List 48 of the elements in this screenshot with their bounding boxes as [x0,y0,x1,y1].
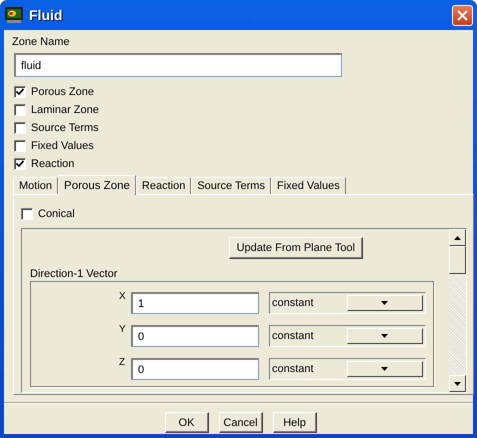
check-icon [16,160,24,168]
checkbox-label: Laminar Zone [31,104,99,116]
axis-label: X [119,291,127,302]
window-title: Fluid [29,7,62,23]
tab[interactable]: Porous Zone [58,175,136,195]
checkbox-label: Reaction [31,158,74,170]
scroll-thumb[interactable] [449,246,466,274]
close-icon [457,10,468,20]
field-label: Zone Name [12,36,70,49]
down-arrow-icon [381,367,388,371]
value-field[interactable]: 1 [131,292,259,314]
checkbox-label: Porous Zone [31,86,94,98]
checkbox-label: Fixed Values [31,140,94,152]
scrollbar[interactable] [449,229,466,392]
dialog-button[interactable]: Cancel [218,412,262,433]
close-button[interactable] [452,4,473,26]
group-title: Direction-1 Vector [30,268,118,281]
checkbox[interactable] [14,86,26,98]
checkbox[interactable] [14,104,26,116]
checkbox[interactable] [14,140,26,152]
checkbox-label: Conical [38,208,75,220]
checkbox[interactable] [21,208,33,220]
checkbox[interactable] [14,122,26,134]
check-icon [16,88,24,96]
scroll-up-button[interactable] [449,229,466,246]
method-dropdown[interactable]: constant [269,358,426,380]
method-dropdown[interactable]: constant [269,292,426,314]
app-icon [5,7,23,23]
zone-name-field[interactable]: fluid [14,53,342,77]
axis-label: Y [119,324,127,335]
up-arrow-icon [454,236,461,240]
tab[interactable]: Source Terms [191,177,271,194]
down-arrow-icon [381,301,388,305]
scroll-down-button[interactable] [449,375,466,392]
dialog-button[interactable]: Help [272,412,316,433]
tab[interactable]: Reaction [136,177,192,194]
update-button[interactable]: Update From Plane Tool [228,237,363,259]
checkbox[interactable] [14,158,26,170]
checkbox-label: Source Terms [31,122,99,134]
tab[interactable]: Motion [13,177,58,194]
method-dropdown[interactable]: constant [269,325,426,347]
down-arrow-icon [454,382,461,386]
down-arrow-icon [381,334,388,338]
tab[interactable]: Fixed Values [270,177,346,194]
value-field[interactable]: 0 [131,325,259,347]
dialog-button[interactable]: OK [164,412,208,433]
value-field[interactable]: 0 [131,358,259,380]
axis-label: Z [119,357,126,368]
